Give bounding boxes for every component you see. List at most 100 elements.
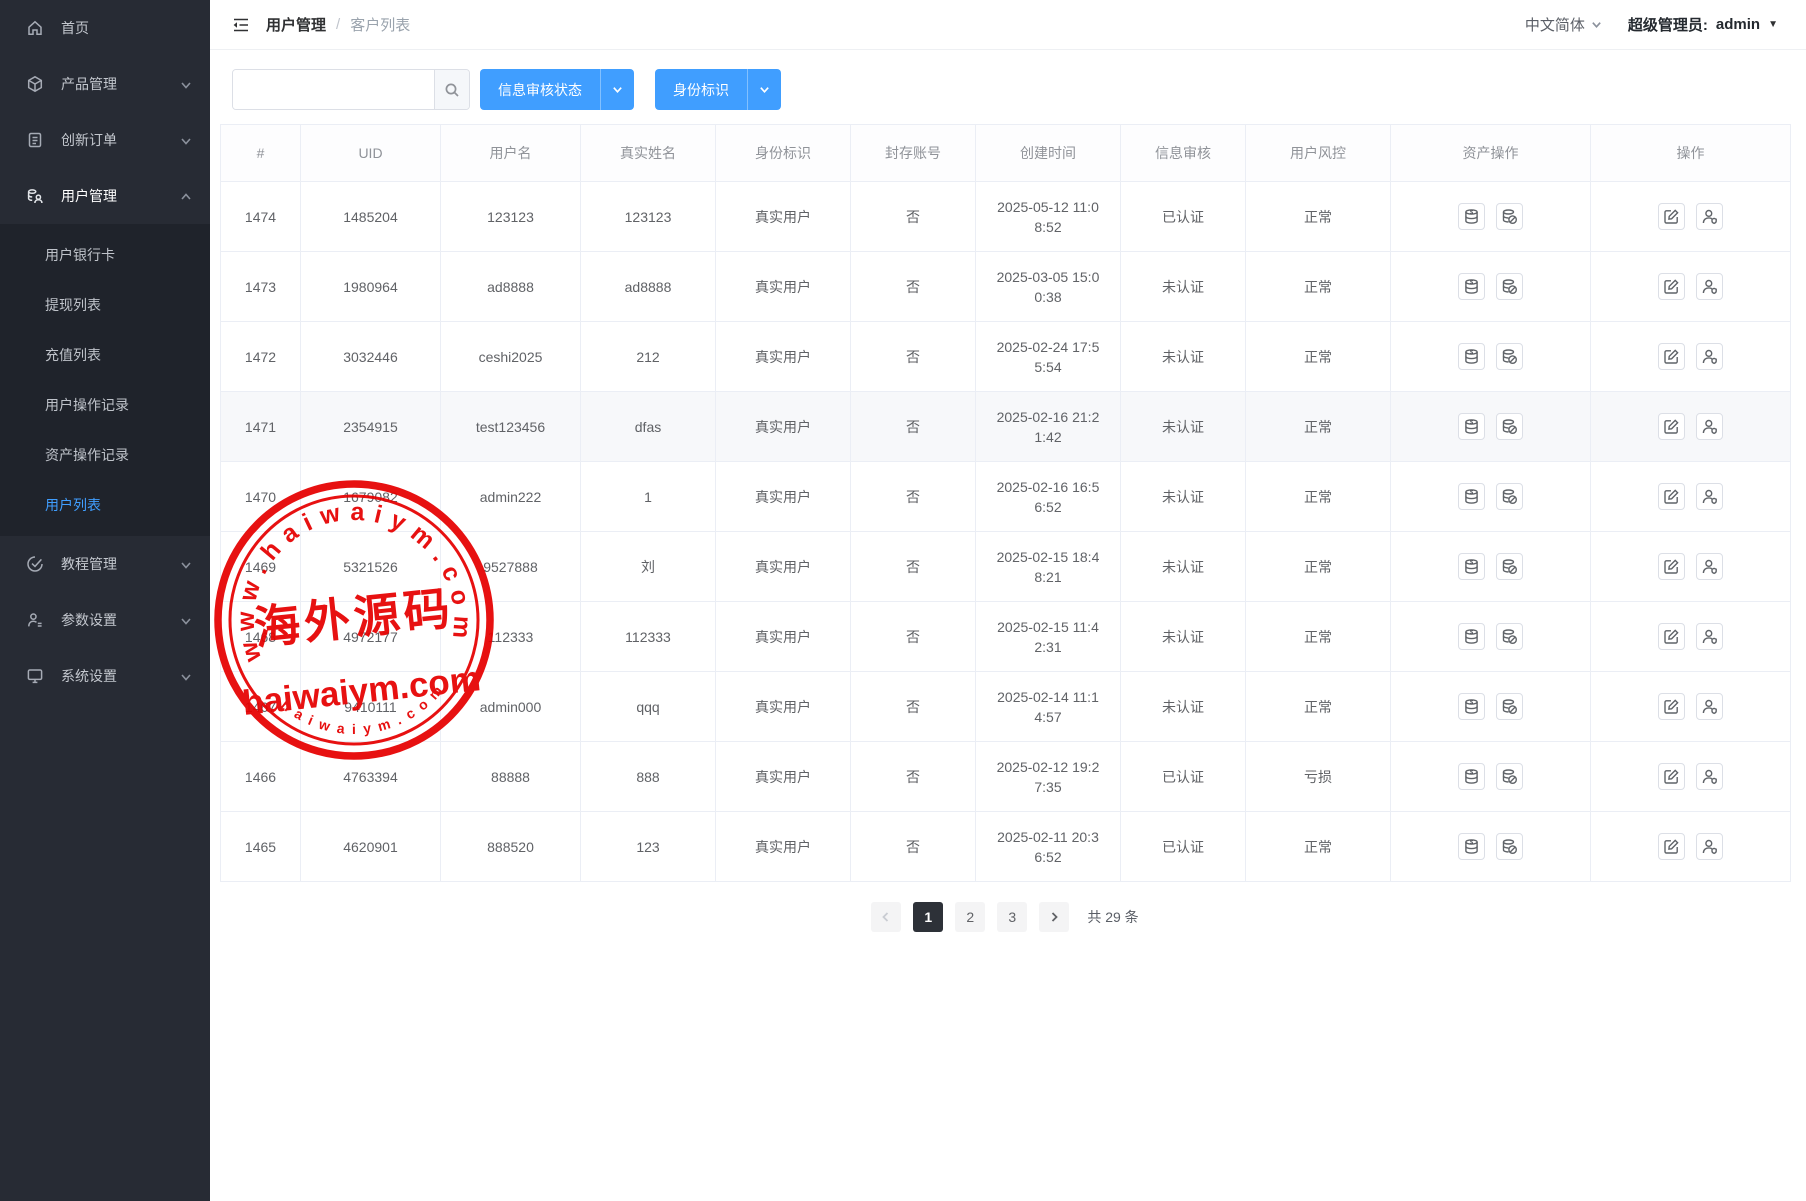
cell-sealed: 否 [851,182,976,252]
chevron-left-icon [880,911,892,923]
user-verify-button[interactable] [1696,693,1723,720]
sidebar-item-user-op-log[interactable]: 用户操作记录 [0,380,210,430]
edit-icon [1663,208,1680,225]
cell-risk: 正常 [1246,392,1391,462]
user-verify-button[interactable] [1696,553,1723,580]
sidebar-item-user-list[interactable]: 用户列表 [0,480,210,530]
audit-filter-dropdown-arrow[interactable] [600,69,634,110]
sidebar-item-products[interactable]: 产品管理 [0,56,210,112]
pagination-next-button[interactable] [1039,902,1069,932]
sidebar-item-user-bankcards[interactable]: 用户银行卡 [0,230,210,280]
edit-user-button[interactable] [1658,483,1685,510]
add-funds-button[interactable]: $ [1458,273,1485,300]
sidebar-item-system[interactable]: 系统设置 [0,648,210,704]
cell-identity: 真实用户 [716,392,851,462]
chevron-down-icon [180,78,192,90]
sidebar-item-home[interactable]: 首页 [0,0,210,56]
edit-user-button[interactable] [1658,553,1685,580]
deduct-funds-button[interactable] [1496,763,1523,790]
add-funds-button[interactable]: $ [1458,693,1485,720]
audit-status-filter-button[interactable]: 信息审核状态 [480,69,634,110]
user-verify-button[interactable] [1696,623,1723,650]
search-input[interactable] [233,70,434,109]
sidebar-item-parameters[interactable]: 参数设置 [0,592,210,648]
breadcrumb-section[interactable]: 用户管理 [266,14,326,35]
users-icon [26,187,44,205]
cell-username: 888520 [441,812,581,882]
identity-filter-label: 身份标识 [655,69,747,110]
deduct-funds-button[interactable] [1496,343,1523,370]
sidebar-fold-icon[interactable] [230,14,252,36]
pagination-prev-button[interactable] [871,902,901,932]
user-verify-button[interactable] [1696,203,1723,230]
cell-sealed: 否 [851,812,976,882]
user-verify-button[interactable] [1696,833,1723,860]
deduct-funds-button[interactable] [1496,833,1523,860]
sidebar-item-withdraw-list[interactable]: 提现列表 [0,280,210,330]
sidebar-item-user-management[interactable]: 用户管理 [0,168,210,224]
edit-user-button[interactable] [1658,763,1685,790]
user-verify-button[interactable] [1696,763,1723,790]
sidebar-item-tutorials[interactable]: 教程管理 [0,536,210,592]
user-verify-button[interactable] [1696,343,1723,370]
cell-asset-ops: $ [1391,392,1591,462]
cell-username: test123456 [441,392,581,462]
deduct-funds-button[interactable] [1496,413,1523,440]
pagination-page-1[interactable]: 1 [913,902,943,932]
search-button[interactable] [434,70,469,109]
cell-audit: 未认证 [1121,602,1246,672]
user-shield-icon [1701,838,1718,855]
sidebar-item-recharge-list[interactable]: 充值列表 [0,330,210,380]
chevron-down-icon [180,614,192,626]
deduct-funds-button[interactable] [1496,483,1523,510]
edit-user-button[interactable] [1658,693,1685,720]
sidebar-item-asset-op-log[interactable]: 资产操作记录 [0,430,210,480]
user-verify-button[interactable] [1696,273,1723,300]
cell-realname: 1 [581,462,716,532]
edit-user-button[interactable] [1658,413,1685,440]
edit-user-button[interactable] [1658,273,1685,300]
deduct-funds-button[interactable] [1496,553,1523,580]
admin-user-menu[interactable]: 超级管理员: admin ▼ [1628,14,1778,35]
user-verify-button[interactable] [1696,413,1723,440]
deduct-funds-button[interactable] [1496,693,1523,720]
edit-icon [1663,348,1680,365]
identity-filter-dropdown-arrow[interactable] [747,69,781,110]
edit-user-button[interactable] [1658,833,1685,860]
cell-realname: 112333 [581,602,716,672]
cell-identity: 真实用户 [716,462,851,532]
pagination-page-2[interactable]: 2 [955,902,985,932]
coins-dollar-icon: $ [1463,558,1480,575]
table-header-row: # UID 用户名 真实姓名 身份标识 封存账号 创建时间 信息审核 用户风控 … [221,125,1791,182]
cell-username: admin000 [441,672,581,742]
deduct-funds-button[interactable] [1496,623,1523,650]
cell-username: admin222 [441,462,581,532]
edit-user-button[interactable] [1658,343,1685,370]
sidebar-item-orders[interactable]: 创新订单 [0,112,210,168]
edit-user-button[interactable] [1658,203,1685,230]
order-icon [26,131,44,149]
topbar: 用户管理 / 客户列表 中文简体 超级管理员: admin ▼ [210,0,1806,50]
add-funds-button[interactable]: $ [1458,553,1485,580]
add-funds-button[interactable]: $ [1458,833,1485,860]
deduct-funds-button[interactable] [1496,273,1523,300]
edit-user-button[interactable] [1658,623,1685,650]
identity-filter-button[interactable]: 身份标识 [655,69,781,110]
cell-created: 2025-02-16 16:5 6:52 [976,462,1121,532]
coins-block-icon [1501,348,1518,365]
cell-asset-ops: $ [1391,812,1591,882]
language-selector[interactable]: 中文简体 [1525,14,1602,35]
user-verify-button[interactable] [1696,483,1723,510]
pagination: 1 2 3 共 29 条 [220,902,1790,932]
deduct-funds-button[interactable] [1496,203,1523,230]
add-funds-button[interactable]: $ [1458,203,1485,230]
column-header-risk: 用户风控 [1246,125,1391,182]
add-funds-button[interactable]: $ [1458,343,1485,370]
breadcrumb: 用户管理 / 客户列表 [266,14,410,35]
pagination-page-3[interactable]: 3 [997,902,1027,932]
add-funds-button[interactable]: $ [1458,413,1485,440]
add-funds-button[interactable]: $ [1458,623,1485,650]
add-funds-button[interactable]: $ [1458,483,1485,510]
add-funds-button[interactable]: $ [1458,763,1485,790]
admin-role-label: 超级管理员: [1628,14,1708,35]
